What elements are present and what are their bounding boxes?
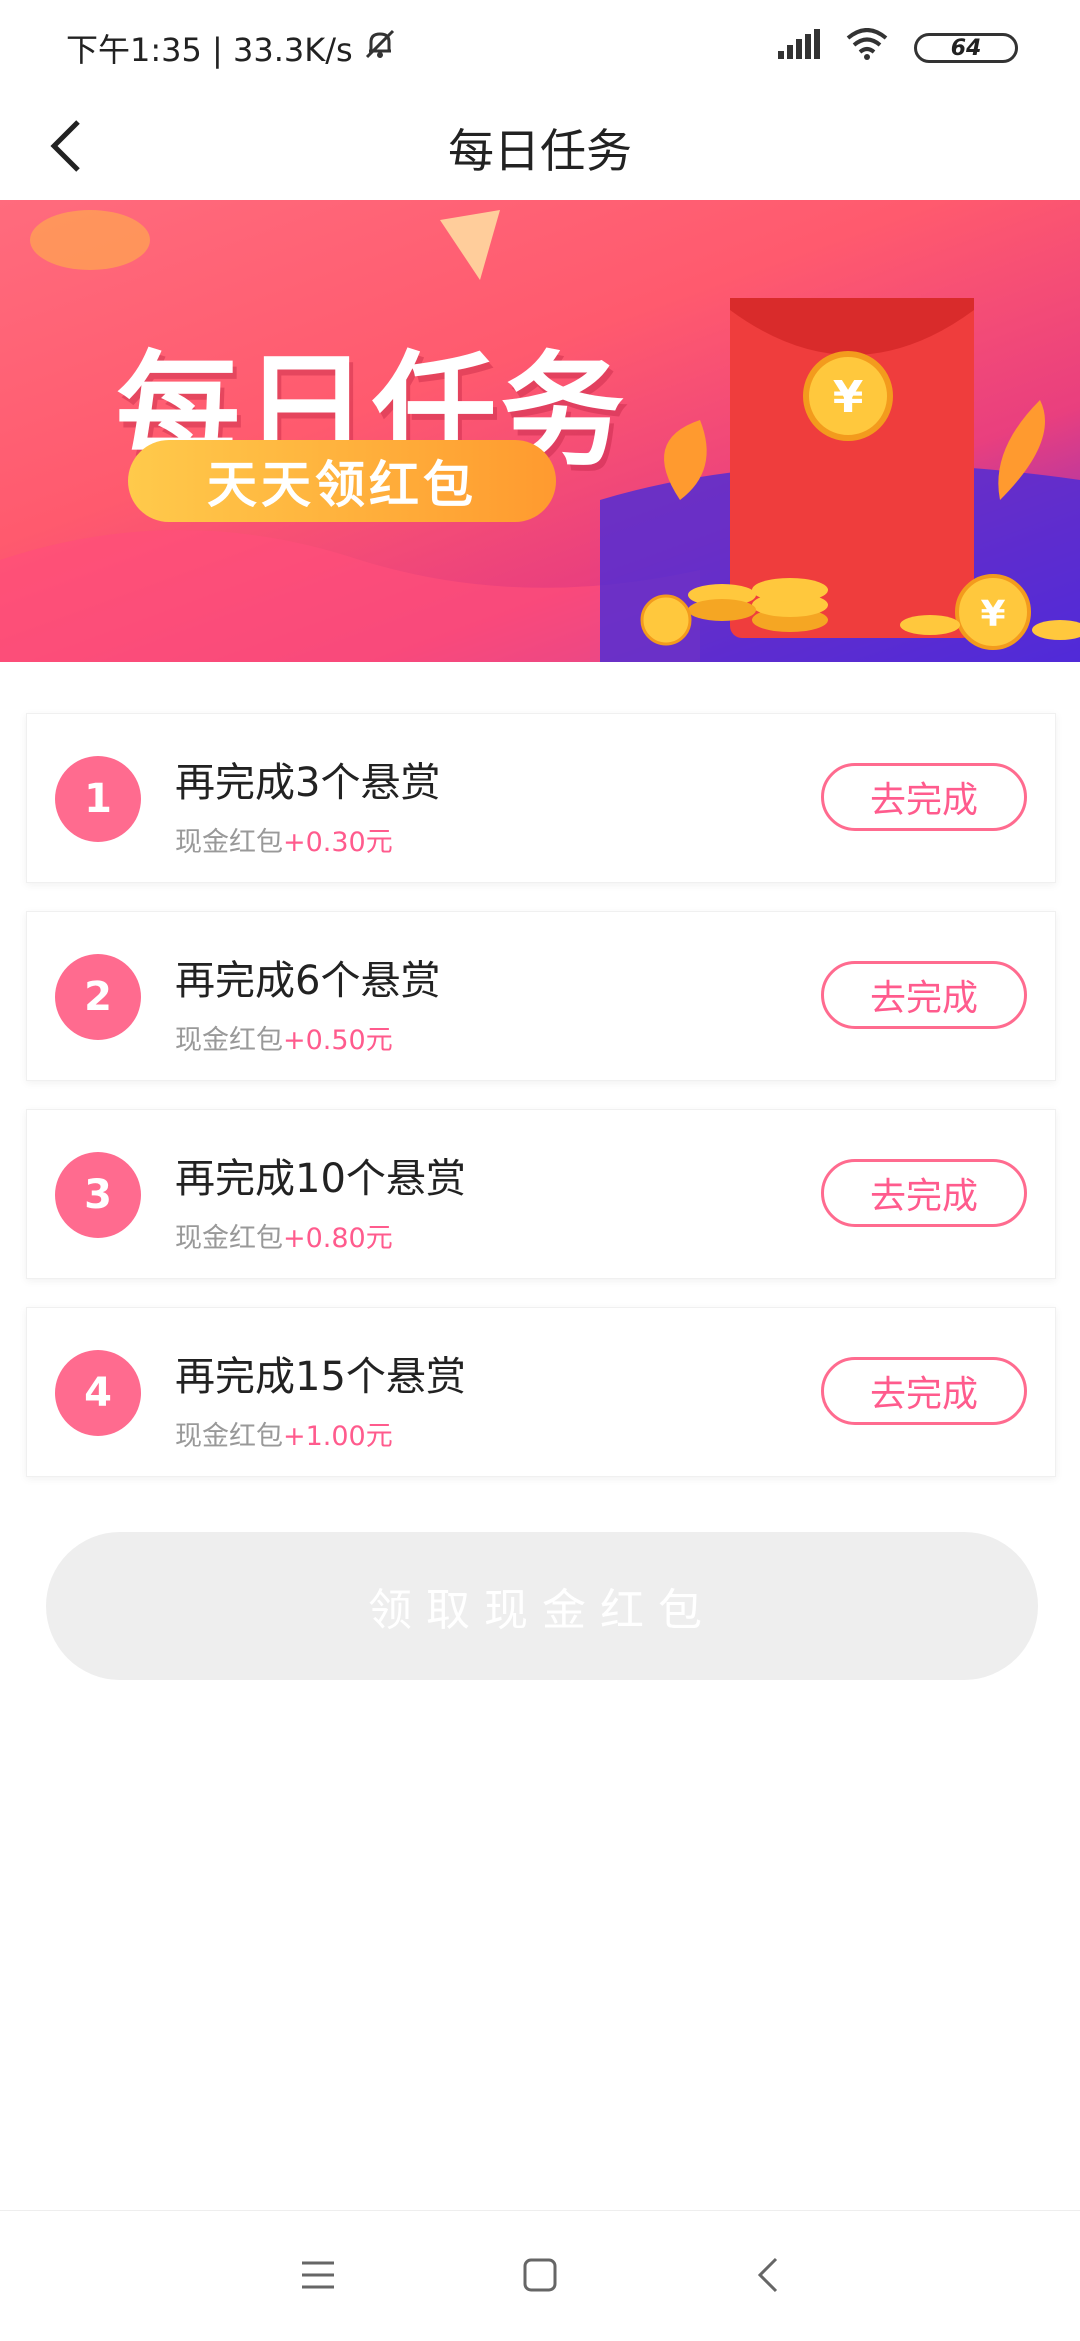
task-card: 3 再完成10个悬赏 现金红包+0.80元 去完成 [26, 1109, 1056, 1279]
reward-label: 现金红包 [175, 1421, 283, 1452]
task-reward: 现金红包+1.00元 [175, 1414, 393, 1453]
task-number-badge: 1 [55, 756, 141, 842]
status-right: 64 [778, 28, 1018, 68]
task-title: 再完成15个悬赏 [175, 1354, 466, 1400]
claim-cash-redpacket-button[interactable]: 领取现金红包 [46, 1532, 1038, 1680]
svg-text:¥: ¥ [833, 372, 864, 423]
reward-unit: 元 [365, 1223, 393, 1254]
cellular-signal-icon [778, 29, 820, 67]
system-back-button[interactable] [742, 2251, 794, 2303]
home-square-icon [522, 2257, 558, 2297]
task-title: 再完成10个悬赏 [175, 1156, 466, 1202]
status-left: 下午1:35 | 33.3K/s [66, 25, 397, 71]
reward-unit: 元 [365, 1421, 393, 1452]
reward-amount: +0.30 [283, 827, 366, 858]
back-button[interactable] [34, 116, 98, 180]
go-complete-button[interactable]: 去完成 [821, 1159, 1027, 1227]
back-arrow-icon [48, 118, 84, 178]
task-card: 1 再完成3个悬赏 现金红包+0.30元 去完成 [26, 713, 1056, 883]
reward-label: 现金红包 [175, 827, 283, 858]
menu-icon [300, 2259, 336, 2295]
reward-unit: 元 [365, 827, 393, 858]
mute-bell-icon [363, 27, 397, 69]
go-complete-button[interactable]: 去完成 [821, 961, 1027, 1029]
reward-amount: +0.50 [283, 1025, 366, 1056]
task-number-badge: 3 [55, 1152, 141, 1238]
status-time-network: 下午1:35 | 33.3K/s [66, 31, 353, 69]
reward-label: 现金红包 [175, 1223, 283, 1254]
task-reward: 现金红包+0.80元 [175, 1216, 393, 1255]
promo-banner: ¥ ¥ 每日任务 天天领红包 [0, 200, 1080, 662]
task-card: 4 再完成15个悬赏 现金红包+1.00元 去完成 [26, 1307, 1056, 1477]
task-reward: 现金红包+0.30元 [175, 820, 393, 859]
task-number-badge: 2 [55, 954, 141, 1040]
nav-bar: 每日任务 [0, 96, 1080, 201]
status-bar: 下午1:35 | 33.3K/s 64 [0, 0, 1080, 96]
menu-button[interactable] [292, 2251, 344, 2303]
back-chevron-icon [756, 2255, 780, 2299]
task-title: 再完成3个悬赏 [175, 760, 441, 806]
task-card: 2 再完成6个悬赏 现金红包+0.50元 去完成 [26, 911, 1056, 1081]
reward-amount: +0.80 [283, 1223, 366, 1254]
task-reward: 现金红包+0.50元 [175, 1018, 393, 1057]
system-nav-bar [0, 2210, 1080, 2341]
banner-subtitle: 天天领红包 [128, 440, 556, 522]
task-number-badge: 4 [55, 1350, 141, 1436]
go-complete-button[interactable]: 去完成 [821, 1357, 1027, 1425]
task-title: 再完成6个悬赏 [175, 958, 441, 1004]
reward-unit: 元 [365, 1025, 393, 1056]
home-button[interactable] [514, 2251, 566, 2303]
battery-indicator: 64 [914, 33, 1018, 63]
go-complete-button[interactable]: 去完成 [821, 763, 1027, 831]
reward-label: 现金红包 [175, 1025, 283, 1056]
page-title: 每日任务 [448, 124, 632, 178]
reward-amount: +1.00 [283, 1421, 366, 1452]
wifi-icon [846, 28, 888, 68]
svg-text:¥: ¥ [980, 594, 1005, 635]
